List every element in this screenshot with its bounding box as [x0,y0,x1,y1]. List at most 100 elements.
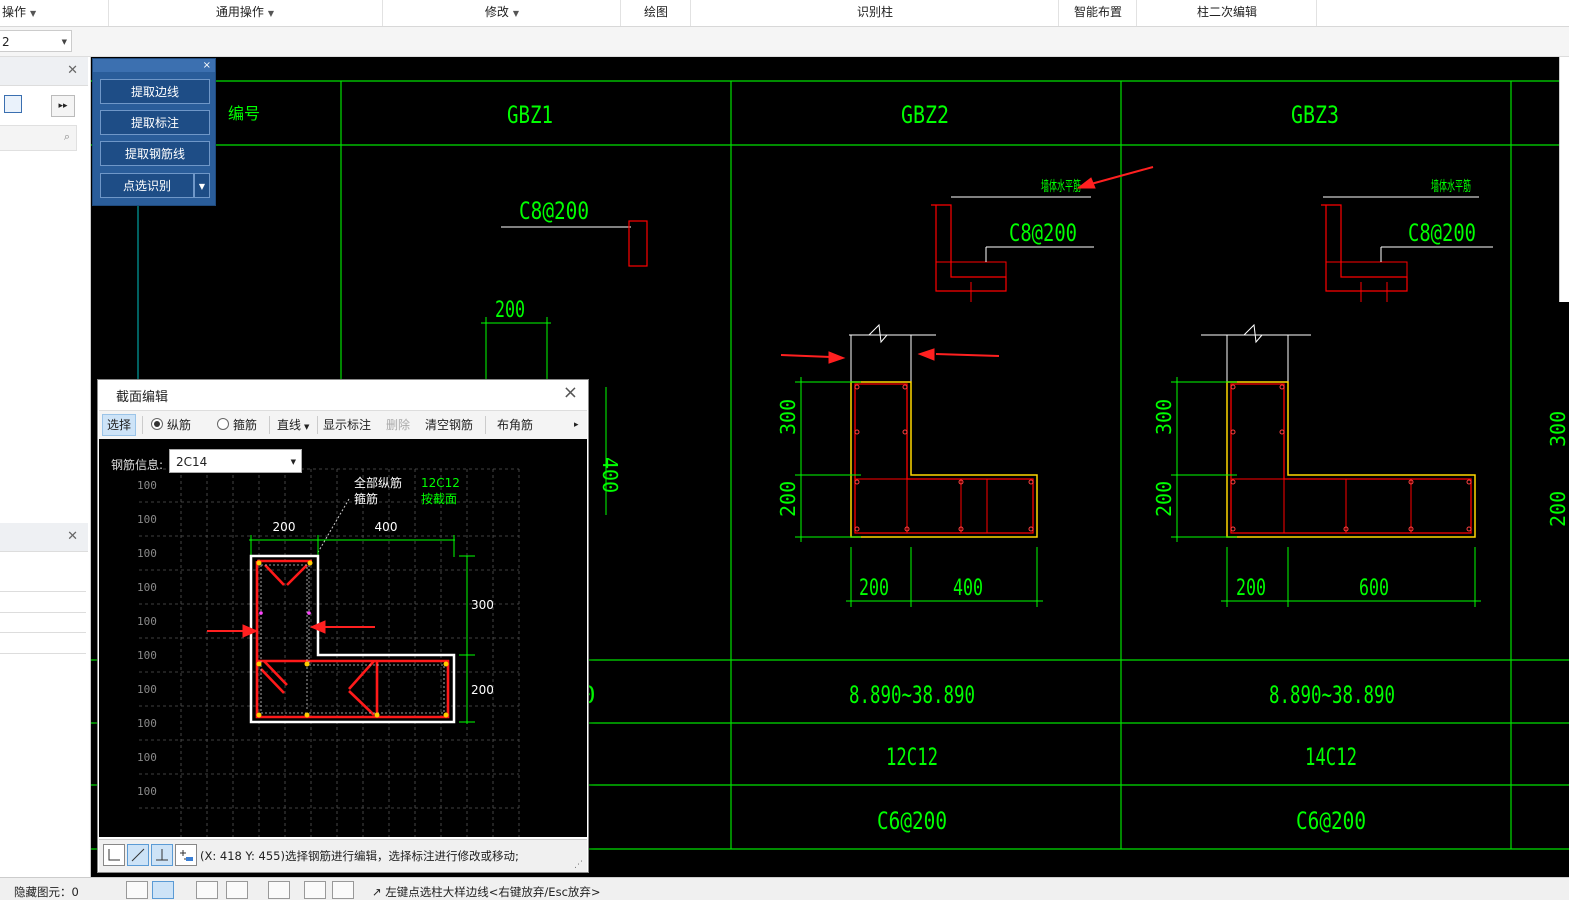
chevron-down-icon: ▼ [30,9,37,18]
list-item[interactable] [0,591,86,613]
left-panel-header: ✕ [0,57,88,86]
angle-icon[interactable] [226,881,248,899]
close-icon[interactable]: × [563,382,578,403]
list-item[interactable] [0,612,86,633]
ribbon-group-common[interactable]: 通用操作 ▼ [108,0,383,26]
extract-annotation-button[interactable]: 提取标注 [100,110,210,135]
extract-rebar-line-button[interactable]: 提取钢筋线 [100,141,210,166]
extract-edge-button[interactable]: 提取边线 [100,79,210,104]
chevron-down-icon: ▼ [267,9,275,18]
ribbon-group-column-edit[interactable]: 柱二次编辑 [1138,0,1317,26]
coordinate-hint: (X: 418 Y: 455)选择钢筋进行编辑，选择标注进行修改或移动; [200,849,519,863]
left-panel: ✕ ▸▸ ⌕ ✕ [0,57,91,877]
floor-select[interactable]: 2 ▼ [0,30,72,52]
resize-grip-icon[interactable]: ⋰ [574,860,583,870]
cross-icon[interactable] [196,881,218,899]
section-canvas[interactable]: 100 100 100 100 100 100 100 100 100 100 … [99,439,587,837]
copy-icon[interactable] [304,881,326,899]
ribbon-group-label: 通用操作 [215,5,264,19]
gbz2-longitudinal: 12C12 [886,743,938,771]
toolbar-more-icon[interactable]: ▸ [574,415,579,435]
dimension-icon[interactable] [268,881,290,899]
svg-text:100: 100 [137,751,157,764]
search-icon: ⌕ [63,130,70,143]
radio-longitudinal[interactable]: 纵筋 [151,415,191,435]
annotation-arrows [207,620,375,638]
gbz2-dim-h1: 300 [776,399,800,435]
section-edit-dialog: 截面编辑 × 选择 纵筋 箍筋 直线▼ 显示标注 删除 清空钢筋 布角筋 ▸ [97,379,589,873]
legend-stirrup: 箍筋 [354,491,378,506]
layer-icon[interactable] [4,95,22,113]
ribbon: 操作 ▼ 通用操作 ▼ 修改 ▼ 绘图 识别柱 智能布置 柱二次编辑 [0,0,1569,27]
ortho-icon[interactable] [126,881,148,899]
perpendicular-icon[interactable] [151,844,173,866]
grid-labels: 100 100 100 100 100 100 100 100 100 100 [137,479,157,798]
ribbon-group-label: 绘图 [643,5,668,19]
gbz2-dim-w1: 200 [859,576,889,601]
rebar-info-label: 钢筋信息: [111,458,164,472]
gbz3-wall-note: 墙体水平筋 [1431,178,1471,195]
gbz3-dim-w2: 600 [1359,576,1389,601]
gbz1-dim-side: 400 [598,457,622,493]
gbz3-stirrup: C6@200 [1296,807,1366,835]
radio-checked-icon [151,418,163,430]
diagonal-line-icon[interactable] [127,844,149,866]
radio-stirrup[interactable]: 箍筋 [217,415,257,435]
ortho-icon[interactable] [103,844,125,866]
legend-value: 12C12 [421,476,460,490]
right-toolbar [1559,57,1569,302]
gbz3-longitudinal: 14C12 [1305,743,1357,771]
gbz2-stirrup: C6@200 [877,807,947,835]
column-name-gbz2: GBZ2 [901,101,949,129]
expand-icon[interactable]: ▸▸ [51,95,75,117]
floor-select-value: 2 [2,35,10,49]
left-panel-header-2: ✕ [0,523,88,552]
snap-icon[interactable] [152,881,174,899]
column-name-gbz3: GBZ3 [1291,101,1339,129]
ribbon-group-recognize-column[interactable]: 识别柱 [692,0,1059,26]
pick-arrow-icon: ↗ [372,885,386,899]
svg-text:100: 100 [137,513,157,526]
close-icon[interactable]: ✕ [67,63,78,78]
radio-label: 纵筋 [167,418,192,432]
layer-icon[interactable] [332,881,354,899]
line-mode-label: 直线 [277,418,302,432]
clear-rebar-button[interactable]: 清空钢筋 [425,415,473,435]
legend-all-rebar: 全部纵筋 [354,475,402,490]
gbz3-detail: 墙体水平筋 C8@200 300 200 200 600 [1152,178,1493,607]
ribbon-group-operation[interactable]: 操作 ▼ [0,0,109,26]
ribbon-group-draw[interactable]: 绘图 [622,0,691,26]
section-rebars [255,559,450,719]
svg-text:100: 100 [137,547,157,560]
select-button[interactable]: 选择 [102,414,137,436]
gbz3-dim-h2: 200 [1152,481,1176,517]
dialog-title: 截面编辑 [116,390,169,405]
ribbon-group-label: 识别柱 [856,5,893,19]
line-mode-dropdown[interactable]: 直线 ▼ [277,415,309,435]
ribbon-group-modify[interactable]: 修改 ▼ [384,0,621,26]
gbz2-dim-h2: 200 [776,481,800,517]
point-recognize-button[interactable]: 点选识别 [100,173,194,198]
ribbon-group-smart-layout[interactable]: 智能布置 [1060,0,1137,26]
command-hint: ↗ 左键点选柱大样边线<右键放弃/Esc放弃> [372,884,601,900]
ribbon-group-label: 修改 [484,5,509,19]
section-dim-w2: 400 [375,520,398,534]
svg-text:100: 100 [137,683,157,696]
corner-rebar-button[interactable]: 布角筋 [497,415,533,435]
gbz1-dim-width: 200 [495,298,525,323]
add-dimension-icon[interactable] [175,844,197,866]
close-icon[interactable]: × [203,60,211,71]
rebar-info-select[interactable]: 2C14 ▼ [169,449,302,473]
section-dim-w1: 200 [273,520,296,534]
chevron-down-icon[interactable]: ▼ [194,173,210,198]
gbz3-stirrup-label: C8@200 [1408,219,1476,247]
show-label-button[interactable]: 显示标注 [323,415,371,435]
delete-button[interactable]: 删除 [386,415,410,435]
svg-text:100: 100 [137,581,157,594]
list-item[interactable] [0,633,86,654]
gbz1-stirrup-label: C8@200 [519,197,589,225]
gbz1-stirrup-detail [628,220,648,267]
close-icon[interactable]: ✕ [67,529,78,544]
col4-dim-h1: 300 [1546,411,1569,447]
search-input[interactable]: ⌕ [0,125,77,151]
